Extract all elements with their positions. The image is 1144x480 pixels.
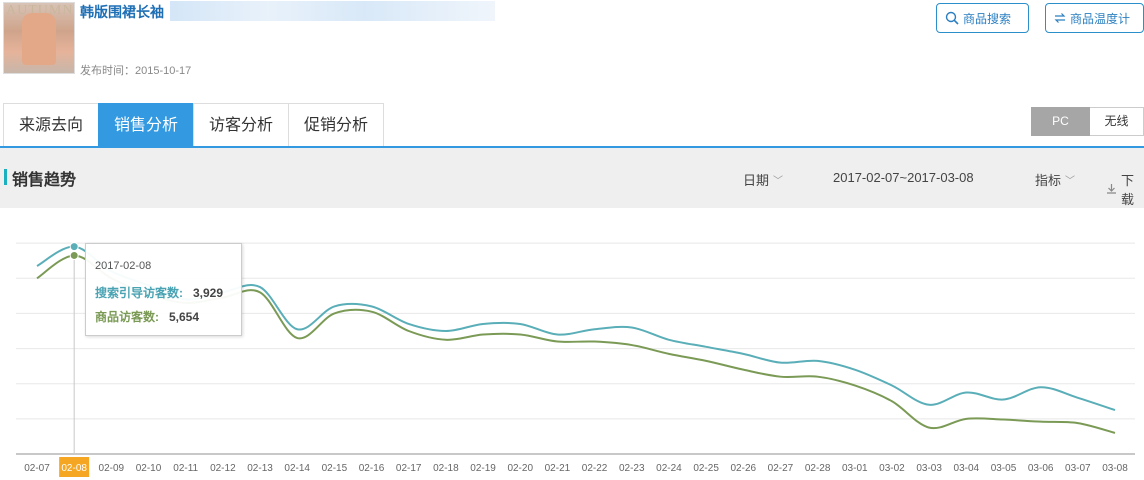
search-icon: [945, 11, 959, 25]
section-header: 销售趋势 日期 ﹀ 2017-02-07~2017-03-08 指标 ﹀ 下载: [0, 148, 1144, 208]
tab-visitor-analysis[interactable]: 访客分析: [193, 103, 290, 146]
x-tick-label: 02-14: [284, 463, 310, 474]
metric-dropdown[interactable]: 指标 ﹀: [1035, 170, 1075, 189]
x-tick-label: 02-23: [619, 463, 645, 474]
x-tick-label: 02-26: [730, 463, 756, 474]
product-title[interactable]: 韩版围裙长袖: [80, 2, 164, 22]
x-tick-label: 03-05: [991, 463, 1017, 474]
x-tick-label: 02-27: [768, 463, 794, 474]
x-tick-label: 02-28: [805, 463, 831, 474]
x-tick-label: 02-22: [582, 463, 608, 474]
x-tick-label: 02-09: [99, 463, 125, 474]
date-range[interactable]: 2017-02-07~2017-03-08: [833, 170, 974, 185]
chevron-down-icon: ﹀: [773, 176, 784, 187]
tooltip-search-value: 3,929: [193, 286, 224, 300]
x-tick-label: 02-08: [61, 463, 87, 474]
series-point-search-visitors[interactable]: [69, 242, 79, 252]
device-pc-button[interactable]: PC: [1031, 107, 1090, 136]
x-tick-label: 02-13: [247, 463, 273, 474]
x-tick-label: 02-11: [173, 463, 198, 474]
section-accent-bar: [4, 169, 7, 185]
section-title: 销售趋势: [12, 172, 77, 189]
x-tick-label: 02-16: [359, 463, 385, 474]
x-tick-label: 03-01: [842, 463, 868, 474]
x-tick-label: 03-02: [879, 463, 905, 474]
tab-sales-analysis[interactable]: 销售分析: [98, 103, 195, 146]
tab-source[interactable]: 来源去向: [3, 103, 100, 146]
device-toggle: PC 无线: [1031, 107, 1144, 136]
tooltip-search-label: 搜索引导访客数:: [95, 286, 183, 300]
swap-arrows-icon: [1054, 12, 1066, 24]
x-tick-label: 02-18: [433, 463, 459, 474]
date-dropdown-label: 日期: [743, 173, 770, 188]
title-redaction-blur: [170, 1, 495, 21]
product-thermometer-label: 商品温度计: [1070, 11, 1131, 26]
x-tick-label: 02-19: [470, 463, 496, 474]
x-tick-label: 03-03: [916, 463, 942, 474]
product-thumbnail[interactable]: AUTUMN: [3, 2, 75, 74]
chevron-down-icon: ﹀: [1065, 176, 1076, 187]
device-wireless-button[interactable]: 无线: [1090, 107, 1144, 136]
x-tick-label: 02-21: [545, 463, 571, 474]
x-tick-label: 03-06: [1028, 463, 1054, 474]
product-image-figure: [22, 13, 56, 65]
series-point-product-visitors[interactable]: [69, 250, 79, 260]
x-tick-label: 02-20: [507, 463, 533, 474]
product-search-label: 商品搜索: [963, 11, 1012, 26]
x-tick-label: 02-24: [656, 463, 682, 474]
download-label: 下载: [1121, 173, 1135, 207]
analysis-tabs: 来源去向 销售分析 访客分析 促销分析: [3, 103, 385, 146]
tooltip-visitor-value: 5,654: [169, 310, 200, 324]
product-thermometer-button[interactable]: 商品温度计: [1045, 3, 1144, 33]
download-button[interactable]: 下载: [1106, 170, 1144, 208]
tooltip-row-search: 搜索引导访客数: 3,929: [95, 284, 223, 301]
tooltip-date: 2017-02-08: [95, 260, 152, 272]
publish-date: 发布时间：2015-10-17: [80, 65, 192, 77]
chart-tooltip: 2017-02-08 搜索引导访客数: 3,929 商品访客数: 5,654: [85, 243, 242, 336]
x-tick-label: 02-25: [693, 463, 719, 474]
x-tick-label: 02-17: [396, 463, 422, 474]
x-tick-label: 02-10: [136, 463, 162, 474]
x-tick-label: 02-15: [322, 463, 348, 474]
tooltip-row-visitor: 商品访客数: 5,654: [95, 308, 199, 325]
x-tick-label: 02-07: [24, 463, 50, 474]
x-tick-label: 03-04: [954, 463, 980, 474]
x-tick-label: 03-07: [1065, 463, 1091, 474]
x-tick-label: 03-08: [1102, 463, 1128, 474]
metric-dropdown-label: 指标: [1035, 173, 1062, 188]
product-search-button[interactable]: 商品搜索: [936, 3, 1029, 33]
tooltip-visitor-label: 商品访客数:: [95, 310, 159, 324]
tab-promotion-analysis[interactable]: 促销分析: [288, 103, 385, 146]
x-tick-label: 02-12: [210, 463, 236, 474]
date-dropdown[interactable]: 日期 ﹀: [743, 170, 783, 189]
download-icon: [1106, 182, 1117, 197]
